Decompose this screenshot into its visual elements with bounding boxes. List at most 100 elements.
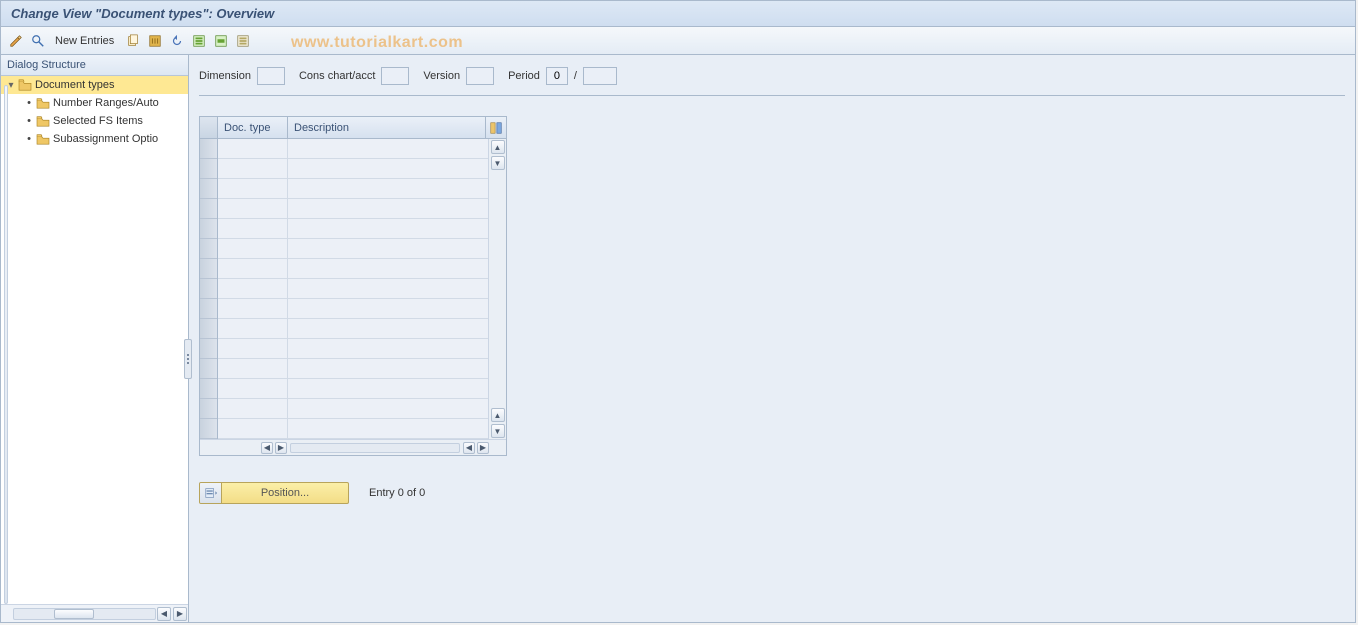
tree-node-label: Selected FS Items — [53, 115, 143, 127]
row-selector[interactable] — [200, 419, 217, 439]
scroll-up-icon[interactable]: ▲ — [491, 408, 505, 422]
tree-bullet-icon: • — [23, 97, 35, 109]
table-row[interactable] — [218, 419, 488, 439]
row-selector-strip — [200, 139, 218, 439]
dimension-label: Dimension — [199, 70, 251, 82]
tree-node-label: Subassignment Optio — [53, 133, 158, 145]
scroll-left-icon[interactable]: ◀ — [261, 442, 273, 454]
scroll-left-icon[interactable]: ◀ — [157, 607, 171, 621]
new-entries-button[interactable]: New Entries — [51, 35, 120, 47]
row-selector[interactable] — [200, 199, 217, 219]
position-button[interactable]: Position... — [199, 482, 349, 504]
table-row[interactable] — [218, 139, 488, 159]
row-selector[interactable] — [200, 299, 217, 319]
application-toolbar: New Entries — [1, 27, 1355, 55]
row-selector[interactable] — [200, 179, 217, 199]
select-all-column[interactable] — [200, 117, 218, 138]
tree-node-document-types[interactable]: ▾ Document types — [1, 76, 188, 94]
folder-closed-icon — [35, 114, 51, 128]
tree-node-selected-fs-items[interactable]: • Selected FS Items — [19, 112, 188, 130]
title-bar: Change View "Document types": Overview — [1, 1, 1355, 27]
dialog-structure-tree[interactable]: ▾ Document types • Number Ranges/Auto — [1, 76, 188, 604]
tree-node-number-ranges[interactable]: • Number Ranges/Auto — [19, 94, 188, 112]
period-label: Period — [508, 70, 540, 82]
toggle-change-icon[interactable] — [7, 32, 25, 50]
row-selector[interactable] — [200, 159, 217, 179]
scroll-down-icon[interactable]: ▼ — [491, 156, 505, 170]
cons-chart-field-group: Cons chart/acct — [299, 67, 409, 85]
table-row[interactable] — [218, 179, 488, 199]
position-icon — [200, 483, 222, 503]
deselect-all-icon[interactable] — [234, 32, 252, 50]
table-vscrollbar[interactable]: ▲ ▼ ▲ ▼ — [488, 139, 506, 439]
table-row[interactable] — [218, 199, 488, 219]
tree-node-label: Document types — [35, 79, 114, 91]
position-button-label: Position... — [222, 487, 348, 499]
scroll-thumb[interactable] — [54, 609, 94, 619]
tree-node-subassignment-options[interactable]: • Subassignment Optio — [19, 130, 188, 148]
scroll-left-icon[interactable]: ◀ — [463, 442, 475, 454]
period-separator: / — [574, 70, 577, 82]
table-hscrollbar[interactable]: ◀ ▶ ◀ ▶ — [200, 439, 506, 455]
table-configuration-icon[interactable] — [486, 117, 506, 138]
select-block-icon[interactable] — [212, 32, 230, 50]
left-divider — [4, 85, 8, 604]
row-selector[interactable] — [200, 239, 217, 259]
scroll-right-icon[interactable]: ▶ — [275, 442, 287, 454]
folder-open-icon — [17, 78, 33, 92]
row-selector[interactable] — [200, 359, 217, 379]
cons-chart-label: Cons chart/acct — [299, 70, 375, 82]
cons-chart-input[interactable] — [381, 67, 409, 85]
version-field-group: Version — [423, 67, 494, 85]
select-all-icon[interactable] — [190, 32, 208, 50]
column-header-description[interactable]: Description — [288, 117, 486, 138]
column-header-doc-type[interactable]: Doc. type — [218, 117, 288, 138]
table-row[interactable] — [218, 279, 488, 299]
dimension-field-group: Dimension — [199, 67, 285, 85]
period-input-1[interactable] — [546, 67, 568, 85]
table-header-row: Doc. type Description — [200, 117, 506, 139]
delete-icon[interactable] — [146, 32, 164, 50]
table-row[interactable] — [218, 299, 488, 319]
version-input[interactable] — [466, 67, 494, 85]
table-row[interactable] — [218, 219, 488, 239]
table-row[interactable] — [218, 399, 488, 419]
dialog-structure-panel: Dialog Structure ▾ Document types • — [1, 55, 189, 622]
period-input-2[interactable] — [583, 67, 617, 85]
header-selection-row: Dimension Cons chart/acct Version Period… — [199, 61, 1345, 96]
page-title: Change View "Document types": Overview — [11, 6, 274, 21]
table-row[interactable] — [218, 319, 488, 339]
row-selector[interactable] — [200, 319, 217, 339]
row-selector[interactable] — [200, 219, 217, 239]
row-selector[interactable] — [200, 259, 217, 279]
tree-children: • Number Ranges/Auto • Selected FS Items — [1, 94, 188, 148]
scroll-right-icon[interactable]: ▶ — [173, 607, 187, 621]
scroll-track[interactable] — [290, 443, 460, 453]
table-row[interactable] — [218, 259, 488, 279]
table-row[interactable] — [218, 239, 488, 259]
splitter-handle[interactable] — [184, 339, 192, 379]
scroll-down-icon[interactable]: ▼ — [491, 424, 505, 438]
table-row[interactable] — [218, 339, 488, 359]
period-field-group: Period / — [508, 67, 617, 85]
left-tree-hscrollbar[interactable]: ◀ ▶ — [1, 604, 188, 622]
other-view-icon[interactable] — [29, 32, 47, 50]
table-body: ▲ ▼ ▲ ▼ — [200, 139, 506, 439]
row-selector[interactable] — [200, 139, 217, 159]
table-row[interactable] — [218, 359, 488, 379]
dialog-structure-header: Dialog Structure — [1, 55, 188, 76]
row-selector[interactable] — [200, 339, 217, 359]
content-area: Dialog Structure ▾ Document types • — [1, 55, 1355, 622]
app-window: Change View "Document types": Overview N… — [0, 0, 1356, 623]
scroll-right-icon[interactable]: ▶ — [477, 442, 489, 454]
undo-change-icon[interactable] — [168, 32, 186, 50]
table-row[interactable] — [218, 159, 488, 179]
row-selector[interactable] — [200, 379, 217, 399]
row-selector[interactable] — [200, 399, 217, 419]
dimension-input[interactable] — [257, 67, 285, 85]
scroll-track[interactable] — [13, 608, 156, 620]
copy-as-icon[interactable] — [124, 32, 142, 50]
scroll-up-icon[interactable]: ▲ — [491, 140, 505, 154]
row-selector[interactable] — [200, 279, 217, 299]
table-row[interactable] — [218, 379, 488, 399]
